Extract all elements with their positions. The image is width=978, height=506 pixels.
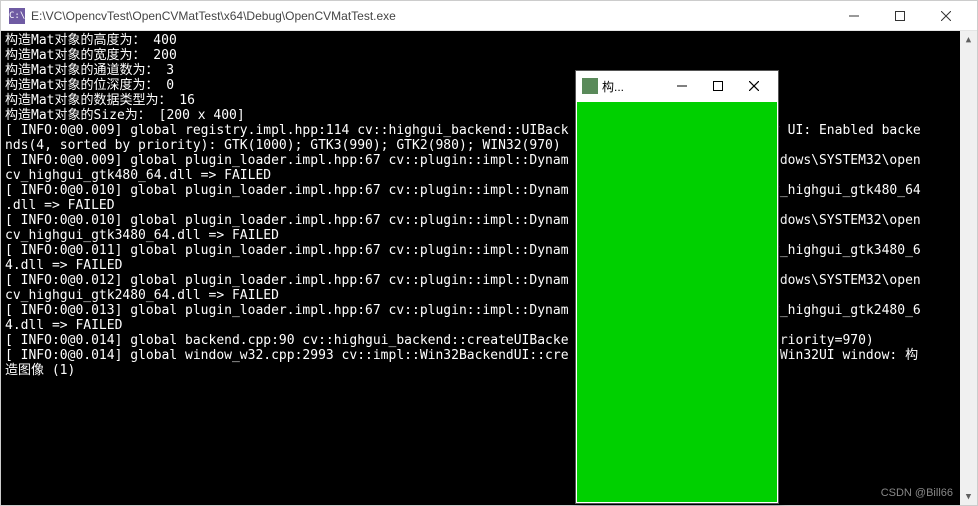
image-window[interactable]: 构... bbox=[575, 70, 779, 504]
close-button[interactable] bbox=[923, 2, 969, 30]
scroll-down-button[interactable]: ▼ bbox=[960, 488, 977, 505]
console-output[interactable]: 构造Mat对象的高度为： 400 构造Mat对象的宽度为： 200 构造Mat对… bbox=[1, 31, 977, 505]
scroll-up-button[interactable]: ▲ bbox=[960, 31, 977, 48]
minimize-button[interactable] bbox=[831, 2, 877, 30]
image-content bbox=[577, 102, 777, 502]
main-titlebar[interactable]: C:\ E:\VC\OpencvTest\OpenCVMatTest\x64\D… bbox=[1, 1, 977, 31]
window-title: E:\VC\OpencvTest\OpenCVMatTest\x64\Debug… bbox=[31, 9, 831, 23]
sub-minimize-button[interactable] bbox=[664, 72, 700, 100]
maximize-button[interactable] bbox=[877, 2, 923, 30]
vertical-scrollbar[interactable]: ▲ ▼ bbox=[960, 31, 977, 505]
sub-titlebar[interactable]: 构... bbox=[576, 71, 778, 101]
sub-close-button[interactable] bbox=[736, 72, 772, 100]
sub-maximize-button[interactable] bbox=[700, 72, 736, 100]
watermark: CSDN @Bill66 bbox=[881, 487, 953, 499]
sub-window-controls bbox=[664, 72, 772, 100]
sub-window-title: 构... bbox=[602, 78, 664, 95]
main-window: C:\ E:\VC\OpencvTest\OpenCVMatTest\x64\D… bbox=[0, 0, 978, 506]
app-icon: C:\ bbox=[9, 8, 25, 24]
sub-app-icon bbox=[582, 78, 598, 94]
window-controls bbox=[831, 2, 969, 30]
